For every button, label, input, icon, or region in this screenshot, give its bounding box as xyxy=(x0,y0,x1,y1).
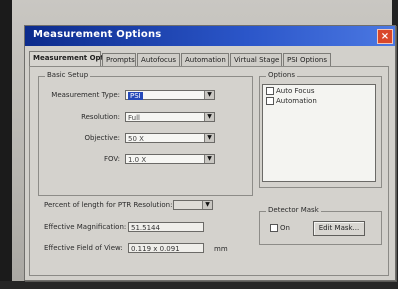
objective-value: 50 X xyxy=(128,135,144,143)
automation-checkbox[interactable] xyxy=(266,97,274,105)
detector-mask-on-checkbox[interactable] xyxy=(270,224,278,232)
chevron-down-icon: ▼ xyxy=(204,134,214,142)
effective-fov-label: Effective Field of View: xyxy=(44,244,123,252)
tab-strip: Measurement Options Prompts Autofocus Au… xyxy=(29,51,391,67)
chevron-down-icon: ▼ xyxy=(204,113,214,121)
automation-label: Automation xyxy=(276,97,317,105)
fov-label: FOV: xyxy=(104,155,120,163)
window-title: Measurement Options xyxy=(33,29,162,40)
resolution-label: Resolution: xyxy=(81,113,120,121)
monitor-bezel-bottom xyxy=(0,281,398,289)
tab-virtual-stage[interactable]: Virtual Stage xyxy=(230,53,282,66)
resolution-select[interactable]: Full ▼ xyxy=(125,112,215,122)
basic-setup-title: Basic Setup xyxy=(45,71,91,79)
basic-setup-group: Basic Setup Measurement Type: PSI ▼ Reso… xyxy=(38,71,253,196)
detector-mask-on-option[interactable]: On xyxy=(270,224,290,232)
measurement-type-value: PSI xyxy=(128,92,143,100)
tab-autofocus[interactable]: Autofocus xyxy=(137,53,180,66)
detector-mask-group: Detector Mask On Edit Mask... xyxy=(259,206,382,245)
tab-automation[interactable]: Automation xyxy=(181,53,229,66)
monitor-bezel-left xyxy=(0,0,12,289)
ptr-resolution-label: Percent of length for PTR Resolution: xyxy=(44,201,173,209)
effective-magnification-label: Effective Magnification: xyxy=(44,223,127,231)
measurement-type-select[interactable]: PSI ▼ xyxy=(125,90,215,100)
measurement-options-dialog: Measurement Options × Measurement Option… xyxy=(24,25,396,281)
detector-mask-on-label: On xyxy=(280,224,290,232)
auto-focus-option[interactable]: Auto Focus xyxy=(266,87,314,95)
edit-mask-button[interactable]: Edit Mask... xyxy=(313,221,365,236)
title-bar[interactable]: Measurement Options × xyxy=(25,26,395,46)
measurement-type-label: Measurement Type: xyxy=(51,91,120,99)
close-icon: × xyxy=(380,31,390,42)
effective-magnification-field: 51.5144 xyxy=(128,222,204,232)
effective-fov-field: 0.119 x 0.091 xyxy=(128,243,204,253)
objective-label: Objective: xyxy=(84,134,120,142)
tab-prompts[interactable]: Prompts xyxy=(102,53,136,66)
auto-focus-checkbox[interactable] xyxy=(266,87,274,95)
options-title: Options xyxy=(266,71,298,79)
tab-psi-options[interactable]: PSI Options xyxy=(283,53,331,66)
ptr-resolution-select[interactable]: ▼ xyxy=(173,200,213,210)
chevron-down-icon: ▼ xyxy=(202,201,212,209)
options-group: Options Auto Focus Automation xyxy=(259,71,382,188)
auto-focus-label: Auto Focus xyxy=(276,87,315,95)
objective-select[interactable]: 50 X ▼ xyxy=(125,133,215,143)
chevron-down-icon: ▼ xyxy=(204,91,214,99)
tab-panel-measurement-options: Basic Setup Measurement Type: PSI ▼ Reso… xyxy=(29,66,389,276)
fov-value: 1.0 X xyxy=(128,156,147,164)
effective-fov-unit: mm xyxy=(214,245,228,253)
close-button[interactable]: × xyxy=(377,29,393,44)
options-list: Auto Focus Automation xyxy=(262,84,376,182)
resolution-value: Full xyxy=(128,114,140,122)
chevron-down-icon: ▼ xyxy=(204,155,214,163)
tab-measurement-options[interactable]: Measurement Options xyxy=(29,51,120,67)
automation-option[interactable]: Automation xyxy=(266,97,317,105)
fov-select[interactable]: 1.0 X ▼ xyxy=(125,154,215,164)
detector-mask-title: Detector Mask xyxy=(266,206,321,214)
